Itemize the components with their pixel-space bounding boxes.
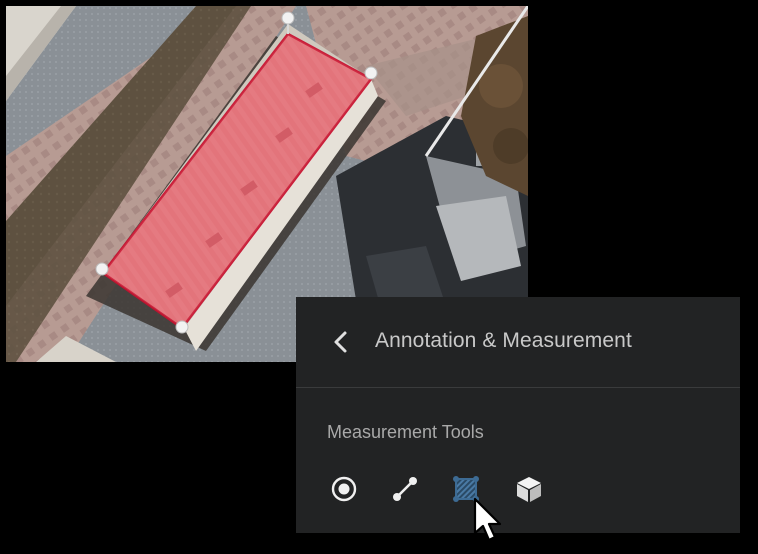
chevron-left-icon bbox=[334, 331, 347, 353]
area-measure-tool[interactable] bbox=[449, 472, 483, 506]
panel-header: Annotation & Measurement bbox=[296, 297, 740, 388]
back-button[interactable] bbox=[326, 327, 354, 357]
point-measure-tool[interactable] bbox=[327, 472, 361, 506]
polygon-area-icon bbox=[453, 476, 479, 502]
panel-title: Annotation & Measurement bbox=[375, 329, 632, 352]
line-measure-tool[interactable] bbox=[388, 472, 422, 506]
line-icon bbox=[393, 477, 417, 501]
volume-measure-tool[interactable] bbox=[512, 472, 546, 506]
annotation-measurement-panel: Annotation & Measurement Measurement Too… bbox=[296, 297, 740, 533]
point-icon bbox=[331, 476, 357, 502]
section-label: Measurement Tools bbox=[327, 422, 484, 442]
cube-icon bbox=[517, 477, 541, 502]
